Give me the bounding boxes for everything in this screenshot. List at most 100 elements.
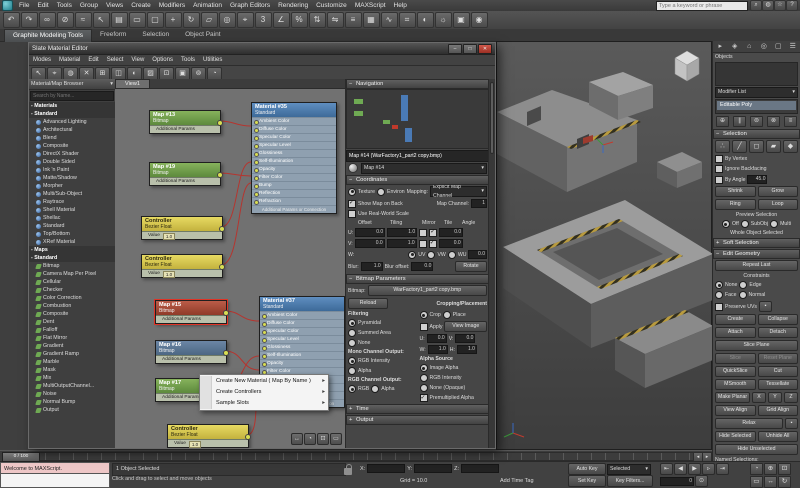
material-slot-3[interactable]: Specular Level [260, 335, 344, 343]
browser-item[interactable]: Raytrace [29, 198, 115, 206]
v-offset-field[interactable]: 0.0 [355, 239, 385, 248]
select-by-name-icon[interactable]: ▤ [111, 12, 128, 28]
use-pivot-point-icon[interactable]: ◎ [219, 12, 236, 28]
constraint-none-radio[interactable] [715, 281, 723, 289]
zoom-region-view-icon[interactable]: ▭ [330, 433, 342, 445]
slate-menu-4[interactable]: View [127, 55, 148, 65]
hide-unselected-button[interactable]: Hide Unselected [715, 444, 798, 455]
material-slot-2[interactable]: Specular Color [260, 327, 344, 335]
next-frame-icon[interactable]: ▹ [702, 463, 715, 475]
browser-group-header[interactable]: - Standard [29, 110, 115, 118]
slate-menu-7[interactable]: Utilities [199, 55, 226, 65]
vw-radio[interactable] [427, 251, 435, 259]
loop-button[interactable]: Loop [758, 199, 799, 210]
browser-item[interactable]: Mix [29, 374, 115, 382]
element-mode-icon[interactable]: ◆ [783, 140, 798, 153]
view-align-button[interactable]: View Align [715, 405, 756, 416]
filtering-none-radio[interactable] [348, 339, 356, 347]
configure-modifier-sets-icon[interactable]: ≡ [784, 116, 797, 127]
detach-button[interactable]: Detach [758, 327, 799, 338]
zoom-extents-view-icon[interactable]: ⊡ [317, 433, 329, 445]
bitmap-parameters-rollout-header[interactable]: Bitmap Parameters [346, 274, 489, 284]
tessellate-button[interactable]: Tessellate [758, 379, 799, 390]
u-tile-checkbox[interactable] [429, 229, 437, 237]
rgb-alpha-radio[interactable] [371, 385, 379, 393]
material-slot-6[interactable]: Opacity [252, 165, 336, 173]
menu-item-6[interactable]: Modifiers [155, 0, 189, 11]
reset-plane-button[interactable]: Reset Plane [758, 353, 799, 364]
modifier-list-dropdown[interactable]: Modifier List▾ [715, 87, 798, 98]
context-menu-item-0[interactable]: Create New Material ( Map By Name ) [200, 376, 328, 387]
wu-radio[interactable] [448, 251, 456, 259]
browser-group-header[interactable]: - Maps [29, 246, 115, 254]
select-and-move-icon[interactable]: + [165, 12, 182, 28]
u-tiling-field[interactable]: 1.0 [387, 228, 417, 237]
browser-item[interactable]: Shell Material [29, 206, 115, 214]
shrink-button[interactable]: Shrink [715, 186, 756, 197]
select-and-rotate-icon[interactable]: ↻ [183, 12, 200, 28]
layer-manager-icon[interactable]: ▦ [363, 12, 380, 28]
redo-icon[interactable]: ↷ [21, 12, 38, 28]
browser-item[interactable]: Composite [29, 310, 115, 318]
output-socket[interactable] [223, 310, 229, 316]
view-image-button[interactable]: View Image [444, 321, 487, 332]
browser-item[interactable]: Noise [29, 390, 115, 398]
by-angle-field[interactable]: 45.0 [747, 175, 767, 184]
browser-item[interactable]: Checker [29, 286, 115, 294]
slate-menu-5[interactable]: Options [148, 55, 177, 65]
browser-item[interactable]: Marble [29, 358, 115, 366]
go-to-end-icon[interactable]: ⇥ [716, 463, 729, 475]
slate-title-bar[interactable]: Slate Material Editor – □ ✕ [29, 43, 495, 55]
browser-group-header[interactable]: - Materials [29, 102, 115, 110]
menu-item-7[interactable]: Animation [189, 0, 226, 11]
material-slot-5[interactable]: Self-Illumination [260, 351, 344, 359]
material-slot-4[interactable]: Glossiness [252, 149, 336, 157]
material-slot-7[interactable]: Filter Color [252, 173, 336, 181]
render-setup-icon[interactable]: ☼ [435, 12, 452, 28]
ribbon-tab-3[interactable]: Object Paint [177, 29, 228, 41]
remove-modifier-icon[interactable]: ⊗ [767, 116, 780, 127]
alpha-none-opaque-radio[interactable] [420, 384, 428, 392]
material-slot-6[interactable]: Opacity [260, 359, 344, 367]
preview-off-radio[interactable] [722, 220, 730, 228]
viewport-3d-scene[interactable] [497, 42, 713, 451]
polygon-mode-icon[interactable]: ▰ [766, 140, 781, 153]
browser-item[interactable]: Camera Map Per Pixel [29, 270, 115, 278]
alpha-rgb-intensity-radio[interactable] [420, 374, 428, 382]
border-mode-icon[interactable]: ◻ [749, 140, 764, 153]
browser-item[interactable]: Falloff [29, 326, 115, 334]
material-editor-icon[interactable]: ◐ [417, 12, 434, 28]
browser-item[interactable]: MultiOutputChannel... [29, 382, 115, 390]
bind-to-space-warp-icon[interactable]: ≈ [75, 12, 92, 28]
vertex-mode-icon[interactable]: ∴ [715, 140, 730, 153]
browser-item[interactable]: Combustion [29, 302, 115, 310]
set-key-button[interactable]: Set Key [568, 475, 606, 487]
select-and-link-icon[interactable]: ∞ [39, 12, 56, 28]
material-slot-5[interactable]: Self-Illumination [252, 157, 336, 165]
image-alpha-radio[interactable] [420, 364, 428, 372]
browser-item[interactable]: Matte/Shadow [29, 174, 115, 182]
output-socket[interactable] [217, 120, 223, 126]
menu-item-0[interactable]: File [15, 0, 33, 11]
zoom-region-icon[interactable]: ▭ [750, 476, 763, 488]
by-angle-checkbox[interactable] [715, 176, 723, 184]
make-planar-button[interactable]: Make Planar [715, 392, 750, 403]
preview-subobj-radio[interactable] [741, 220, 749, 228]
pin-stack-icon[interactable]: ⊕ [716, 116, 729, 127]
crop-radio[interactable] [420, 311, 428, 319]
slate-menu-1[interactable]: Material [55, 55, 84, 65]
browser-item[interactable]: Flat Mirror [29, 334, 115, 342]
show-end-result-icon[interactable]: ∥ [733, 116, 746, 127]
add-time-tag[interactable]: Add Time Tag [500, 478, 534, 484]
v-angle-field[interactable]: 0.0 [439, 239, 463, 248]
node-controller-3[interactable]: ControllerBezier Float Value1.0 [167, 424, 249, 448]
browser-item[interactable]: Morpher [29, 182, 115, 190]
cut-button[interactable]: Cut [758, 366, 799, 377]
motion-tab-icon[interactable]: ◎ [757, 41, 772, 52]
menu-item-9[interactable]: Rendering [274, 0, 312, 11]
schematic-view-icon[interactable]: ⌗ [399, 12, 416, 28]
browser-item[interactable]: Normal Bump [29, 398, 115, 406]
key-filters-button[interactable]: Key Filters... [607, 475, 653, 487]
material-slot-1[interactable]: Diffuse Color [260, 319, 344, 327]
material-slot-3[interactable]: Specular Level [252, 141, 336, 149]
